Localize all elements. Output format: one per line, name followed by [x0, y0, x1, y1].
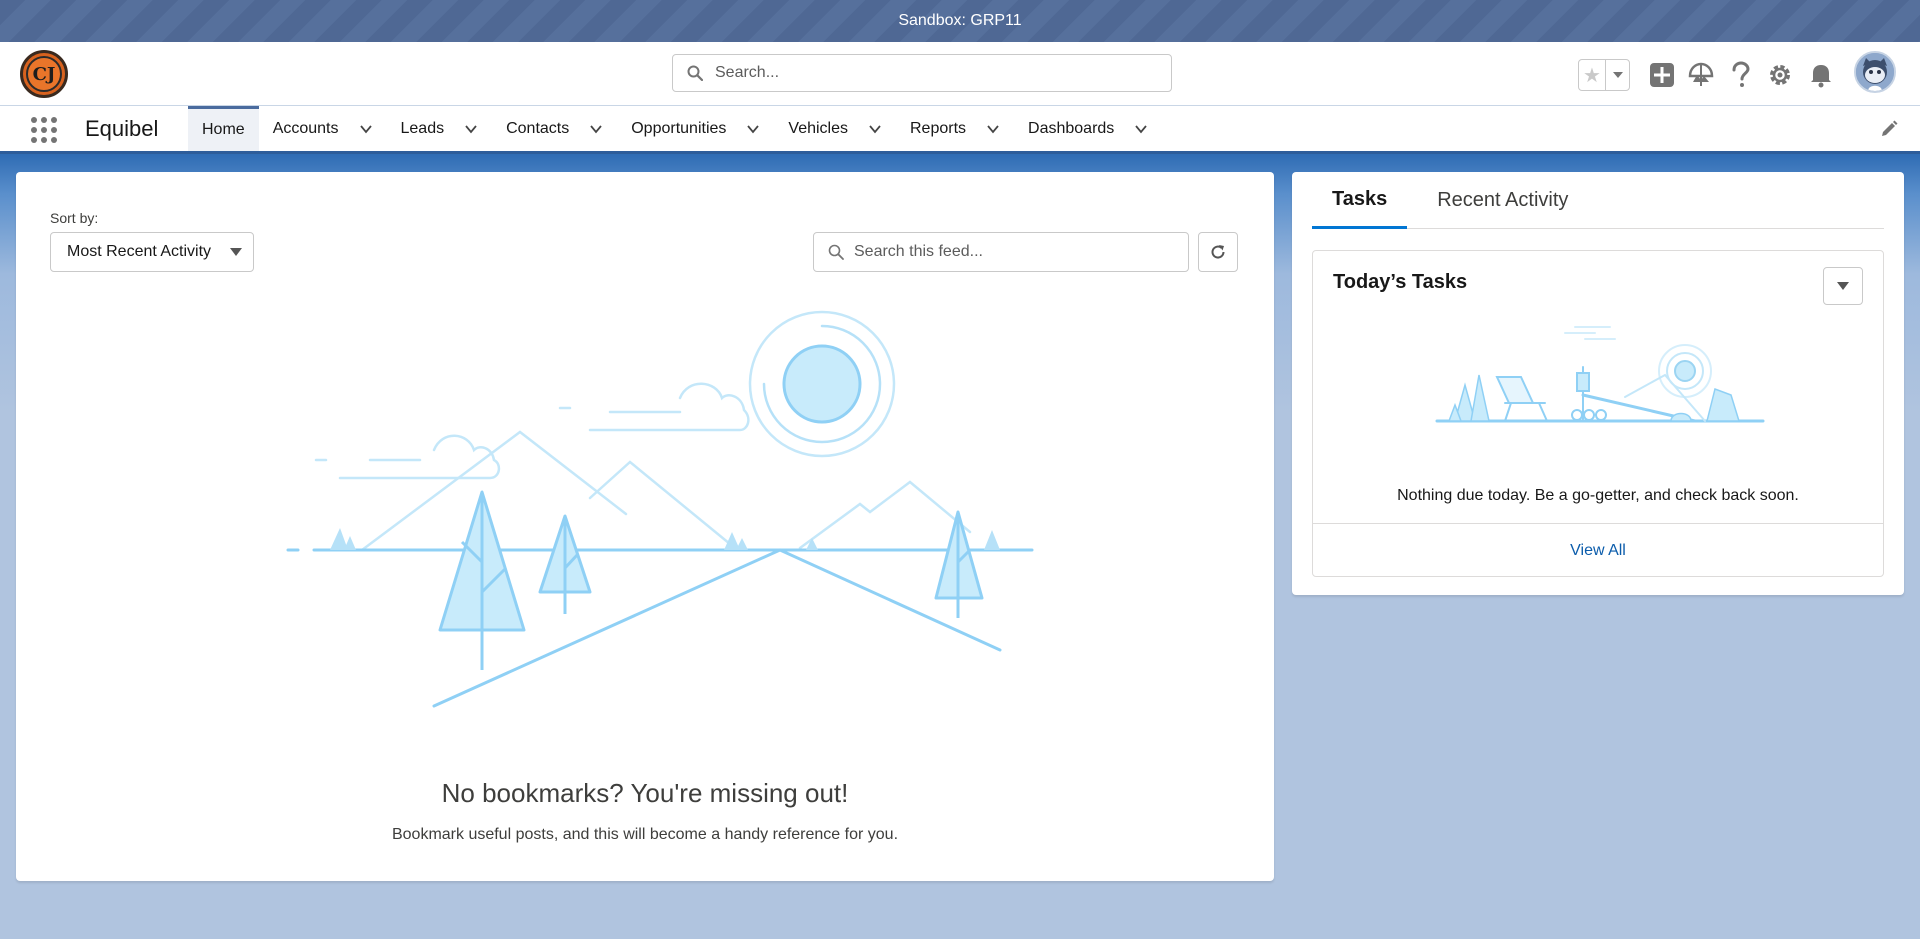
org-logo[interactable]: CJ: [20, 50, 68, 98]
astro-avatar-icon: [1856, 53, 1894, 91]
notifications-button[interactable]: [1806, 60, 1836, 90]
chevron-down-icon[interactable]: [464, 122, 478, 136]
nav-item-home[interactable]: Home: [188, 106, 259, 151]
nav-item-reports[interactable]: Reports: [896, 106, 1014, 151]
chevron-down-icon[interactable]: [986, 122, 1000, 136]
empty-feed-subtitle: Bookmark useful posts, and this will bec…: [391, 826, 899, 843]
nav-item-contacts[interactable]: Contacts: [492, 106, 617, 151]
feed-search[interactable]: [813, 232, 1189, 272]
nav-item-label: Opportunities: [631, 119, 727, 137]
feed-card: Sort by: Most Recent Activity Search thi…: [16, 172, 1274, 881]
global-header: CJ: [0, 42, 1920, 106]
refresh-icon: [1211, 245, 1225, 259]
view-all-link[interactable]: View All: [1313, 523, 1883, 577]
tab-label: Tasks: [1332, 187, 1388, 210]
chevron-down-icon[interactable]: [359, 122, 373, 136]
feed-search-input[interactable]: [854, 243, 1174, 261]
caret-down-icon: [1612, 72, 1623, 78]
tasks-card: Tasks Recent Activity Today’s Tasks Noth…: [1292, 172, 1904, 595]
user-avatar[interactable]: [1854, 51, 1896, 93]
caret-down-icon: [1837, 282, 1849, 290]
global-actions-button[interactable]: [1647, 60, 1677, 90]
favorites-menu-button[interactable]: [1605, 60, 1629, 90]
trailhead-button[interactable]: [1686, 60, 1716, 90]
nav-item-label: Leads: [400, 119, 445, 137]
gear-icon: [1770, 65, 1790, 85]
favorite-star-icon[interactable]: ★: [1579, 60, 1605, 90]
nav-item-label: Dashboards: [1028, 119, 1115, 137]
global-search-input[interactable]: [715, 64, 1155, 82]
nav-item-dashboards[interactable]: Dashboards: [1014, 106, 1162, 151]
sort-select-value: Most Recent Activity: [67, 243, 212, 260]
todays-tasks-menu-button[interactable]: [1823, 267, 1863, 305]
nav-item-accounts[interactable]: Accounts: [259, 106, 387, 151]
todays-tasks-title: Today’s Tasks: [1333, 271, 1468, 293]
sandbox-label: Sandbox: GRP11: [898, 12, 1022, 29]
global-search[interactable]: [672, 54, 1172, 92]
nav-tabs: Home Accounts Leads Contacts Opportuniti…: [188, 106, 1162, 151]
empty-tasks-illustration: [1435, 326, 1765, 423]
edit-nav-pencil-icon[interactable]: [1880, 120, 1898, 138]
sort-label: Sort by:: [50, 210, 99, 226]
chevron-down-icon[interactable]: [589, 122, 603, 136]
app-name: Equibel: [85, 116, 159, 141]
nav-item-vehicles[interactable]: Vehicles: [774, 106, 896, 151]
nav-item-leads[interactable]: Leads: [387, 106, 493, 151]
tab-label: Recent Activity: [1437, 189, 1569, 211]
nav-item-opportunities[interactable]: Opportunities: [617, 106, 774, 151]
tasks-empty-message: Nothing due today. Be a go-getter, and c…: [1397, 487, 1799, 504]
nav-item-label: Accounts: [272, 119, 339, 137]
nav-item-label: Home: [202, 121, 245, 138]
sandbox-banner: Sandbox: GRP11: [0, 0, 1920, 42]
add-icon: [1650, 63, 1674, 87]
help-icon: [1732, 61, 1750, 87]
setup-button[interactable]: [1765, 60, 1795, 90]
bell-icon: [1811, 65, 1831, 88]
sort-select[interactable]: Most Recent Activity: [50, 232, 254, 272]
chevron-down-icon[interactable]: [1134, 122, 1148, 136]
empty-feed-title: No bookmarks? You're missing out!: [441, 778, 849, 808]
nav-item-label: Contacts: [506, 119, 570, 137]
favorites-group: ★: [1578, 59, 1630, 91]
nav-item-label: Vehicles: [788, 119, 848, 137]
empty-feed-illustration: [286, 310, 1034, 708]
app-navigation: Equibel Home Accounts Leads Contacts Opp…: [0, 106, 1920, 154]
search-icon: [687, 65, 703, 81]
view-all-label: View All: [1570, 541, 1626, 559]
chevron-down-icon[interactable]: [868, 122, 882, 136]
tasks-tabs: Tasks Recent Activity: [1312, 172, 1884, 229]
app-launcher-icon[interactable]: [30, 116, 58, 144]
trailhead-icon: [1688, 62, 1714, 86]
refresh-button[interactable]: [1198, 232, 1238, 272]
tab-tasks[interactable]: Tasks: [1312, 172, 1408, 229]
help-button[interactable]: [1726, 60, 1756, 90]
nav-item-label: Reports: [910, 119, 967, 137]
caret-down-icon: [230, 248, 242, 256]
todays-tasks-panel: Today’s Tasks Nothing due today. Be a go…: [1312, 250, 1884, 577]
search-icon: [828, 244, 844, 260]
org-logo-mark: CJ: [26, 56, 62, 92]
chevron-down-icon[interactable]: [746, 122, 760, 136]
tab-recent-activity[interactable]: Recent Activity: [1417, 172, 1588, 229]
